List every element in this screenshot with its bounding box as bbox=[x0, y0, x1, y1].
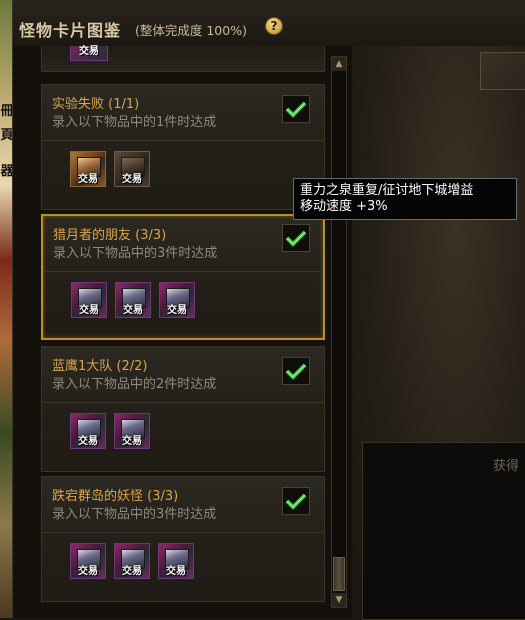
card-set-title: 猎月者的朋友 (3/3) bbox=[53, 228, 167, 243]
card-set[interactable]: 蓝鹰1大队 (2/2) 录入以下物品中的2件时达成 交易 交易 bbox=[41, 346, 325, 472]
card-set-title: 跌宕群岛的妖怪 (3/3) bbox=[52, 489, 179, 504]
title-bar[interactable]: 怪物卡片图鉴 (整体完成度 100%) ? bbox=[13, 0, 525, 46]
detail-pane: 获得 bbox=[352, 46, 525, 620]
card-set-description: 录入以下物品中的3件时达成 bbox=[53, 246, 218, 261]
window-title: 怪物卡片图鉴 bbox=[19, 21, 122, 40]
card-item[interactable]: 交易 bbox=[70, 543, 106, 579]
card-set-description: 录入以下物品中的3件时达成 bbox=[52, 507, 217, 522]
trade-tag: 交易 bbox=[122, 436, 142, 447]
card-set-selected[interactable]: 猎月者的朋友 (3/3) 录入以下物品中的3件时达成 交易 交易 交易 bbox=[41, 214, 325, 340]
card-items-row: 交易 交易 bbox=[70, 151, 150, 187]
checkmark-icon bbox=[282, 95, 310, 123]
monster-card-collection-window: 怪物卡片图鉴 (整体完成度 100%) ? 交易 实验失败 (1/1) 录入以下… bbox=[12, 0, 525, 620]
buff-tooltip: 重力之泉重复/征讨地下城增益 移动速度 +3% bbox=[293, 178, 517, 220]
card-items-row: 交易 交易 交易 bbox=[71, 282, 195, 318]
divider bbox=[42, 140, 324, 141]
scroll-thumb[interactable] bbox=[333, 557, 345, 591]
divider bbox=[42, 402, 324, 403]
card-set-description: 录入以下物品中的2件时达成 bbox=[52, 377, 217, 392]
tooltip-line: 重力之泉重复/征讨地下城增益 bbox=[300, 183, 474, 198]
card-item-partial[interactable]: 交易 bbox=[70, 46, 108, 61]
divider bbox=[43, 271, 323, 272]
trade-tag: 交易 bbox=[79, 305, 99, 316]
card-item[interactable]: 交易 bbox=[114, 543, 150, 579]
card-item[interactable]: 交易 bbox=[158, 543, 194, 579]
card-items-row: 交易 交易 交易 bbox=[70, 543, 194, 579]
trade-tag: 交易 bbox=[79, 46, 99, 57]
checkmark-icon bbox=[282, 224, 310, 252]
trade-tag: 交易 bbox=[78, 174, 98, 185]
card-set-list: 交易 实验失败 (1/1) 录入以下物品中的1件时达成 交易 交易 猎月者的朋友… bbox=[13, 46, 353, 618]
checkmark-icon bbox=[282, 487, 310, 515]
card-item[interactable]: 交易 bbox=[114, 413, 150, 449]
card-item[interactable]: 交易 bbox=[71, 282, 107, 318]
divider bbox=[42, 532, 324, 533]
decorative-frame bbox=[480, 52, 525, 90]
card-set-description: 录入以下物品中的1件时达成 bbox=[52, 115, 217, 130]
trade-tag: 交易 bbox=[167, 305, 187, 316]
card-item[interactable]: 交易 bbox=[159, 282, 195, 318]
card-item[interactable]: 交易 bbox=[114, 151, 150, 187]
card-item[interactable]: 交易 bbox=[70, 413, 106, 449]
card-item[interactable]: 交易 bbox=[70, 151, 106, 187]
question-icon[interactable]: ? bbox=[265, 17, 283, 35]
checkmark-icon bbox=[282, 357, 310, 385]
trade-tag: 交易 bbox=[122, 174, 142, 185]
trade-tag: 交易 bbox=[166, 566, 186, 577]
card-items-row: 交易 交易 bbox=[70, 413, 150, 449]
reward-panel: 获得 bbox=[362, 442, 525, 620]
trade-tag: 交易 bbox=[122, 566, 142, 577]
scrollbar[interactable]: ▲ ▼ bbox=[331, 56, 347, 608]
reward-label: 获得 bbox=[493, 459, 520, 474]
trade-tag: 交易 bbox=[123, 305, 143, 316]
card-set-title: 蓝鹰1大队 (2/2) bbox=[52, 359, 148, 374]
arrow-up-icon[interactable]: ▲ bbox=[332, 57, 346, 71]
arrow-down-icon[interactable]: ▼ bbox=[332, 593, 346, 607]
card-set-title: 实验失败 (1/1) bbox=[52, 97, 140, 112]
card-set[interactable]: 跌宕群岛的妖怪 (3/3) 录入以下物品中的3件时达成 交易 交易 交易 bbox=[41, 476, 325, 602]
trade-tag: 交易 bbox=[78, 436, 98, 447]
card-item[interactable]: 交易 bbox=[115, 282, 151, 318]
card-set-partial: 交易 bbox=[41, 46, 325, 72]
tooltip-line: 移动速度 +3% bbox=[300, 199, 388, 214]
card-set[interactable]: 实验失败 (1/1) 录入以下物品中的1件时达成 交易 交易 bbox=[41, 84, 325, 210]
trade-tag: 交易 bbox=[78, 566, 98, 577]
completion-status: (整体完成度 100%) bbox=[135, 23, 247, 38]
